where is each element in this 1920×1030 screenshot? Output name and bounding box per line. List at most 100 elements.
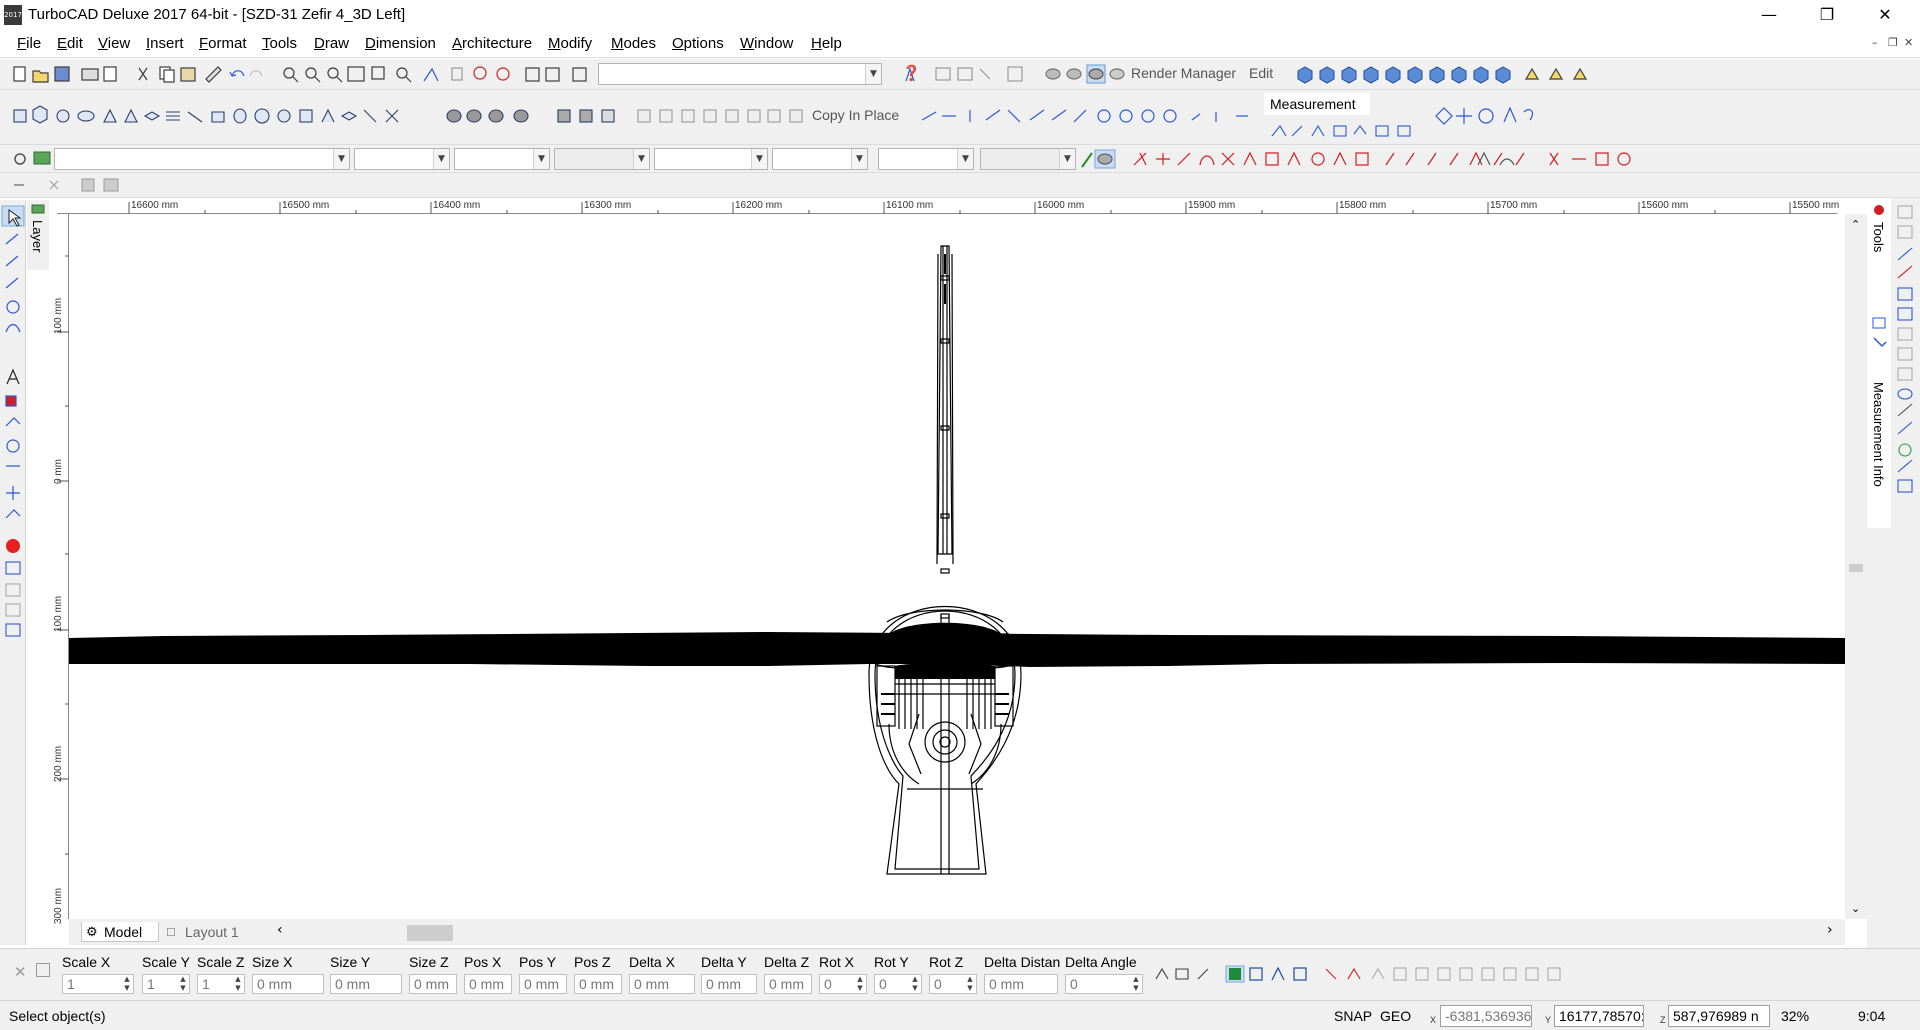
restore-icon[interactable]: ❐ [1804, 0, 1850, 30]
render-manager-label[interactable]: Render Manager [1131, 65, 1236, 81]
menu-window[interactable]: Window [740, 35, 793, 52]
layer-combo[interactable]: ▼ [54, 148, 350, 170]
scale-y-input[interactable]: 1 ▲ ▼ [142, 974, 190, 994]
rot-z-input[interactable]: 0 ▲ ▼ [929, 974, 977, 994]
app-icon: 2017 [4, 5, 22, 25]
pen-width-combo[interactable]: ▼ [554, 148, 650, 170]
scale-z-input[interactable]: 1 ▲ ▼ [197, 974, 245, 994]
layer-panel-tab[interactable]: Layer [27, 200, 49, 270]
drawing-canvas[interactable] [69, 214, 1845, 919]
menu-insert[interactable]: Insert [146, 35, 184, 52]
named-views-combo[interactable]: ▼ [598, 63, 882, 85]
y-coordinate-field[interactable]: 16177,78570: [1554, 1005, 1644, 1027]
field-label: Size Y [330, 954, 371, 970]
field-label: Rot Y [874, 954, 909, 970]
draw-toolbar-icons[interactable] [0, 90, 1920, 145]
field-label: Scale Y [142, 954, 190, 970]
render-edit-label[interactable]: Edit [1249, 65, 1273, 81]
menu-draw[interactable]: Draw [314, 35, 349, 52]
scroll-up-icon[interactable]: ⌃ [1851, 218, 1860, 231]
delta-x-input[interactable]: 0 mm [629, 974, 695, 994]
standard-toolbar-icons[interactable] [0, 59, 1920, 90]
brush-combo[interactable]: ▼ [654, 148, 768, 170]
menu-tools[interactable]: Tools [262, 35, 297, 52]
close-icon[interactable]: ✕ [1862, 0, 1908, 30]
help-context-icon[interactable]: ❓ [902, 64, 921, 82]
menu-dimension[interactable]: Dimension [365, 35, 436, 52]
horizontal-scroll-thumb[interactable] [407, 925, 453, 941]
status-bar: Select object(s) SNAP GEO X -6381,536936… [0, 1000, 1920, 1030]
scale-x-input[interactable]: 1 ▲ ▼ [62, 974, 134, 994]
size-y-input[interactable]: 0 mm [330, 974, 402, 994]
right-palette-icons[interactable] [1893, 204, 1919, 564]
rot-x-input[interactable]: 0 ▲ ▼ [819, 974, 867, 994]
close-inspector-icon[interactable]: ✕ [14, 963, 27, 981]
tab-model-label: Model [104, 924, 143, 940]
doc-restore-icon[interactable]: ❐ [1888, 36, 1898, 49]
field-label: Pos Y [519, 954, 557, 970]
field-label: Rot X [819, 954, 855, 970]
field-label: Pos X [464, 954, 502, 970]
vertical-scrollbar[interactable]: ⌃ ⌄ [1845, 214, 1867, 919]
pos-z-input[interactable]: 0 mm [574, 974, 622, 994]
menu-view[interactable]: View [98, 35, 130, 52]
tab-model[interactable]: ⚙ Model [81, 922, 159, 942]
copy-in-place-label[interactable]: Copy In Place [812, 107, 899, 123]
snap-indicator[interactable]: SNAP [1334, 1008, 1372, 1024]
field-label: Delta Z [764, 954, 810, 970]
delta-z-input[interactable]: 0 mm [764, 974, 812, 994]
z-coord-label: Z [1660, 1015, 1666, 1025]
ruler-ticks [128, 202, 1791, 214]
pos-y-input[interactable]: 0 mm [519, 974, 567, 994]
measurement-info-tab[interactable]: Measurement Info [1871, 382, 1886, 487]
left-toolbar-icons[interactable] [0, 200, 26, 945]
menu-format[interactable]: Format [199, 35, 247, 52]
minimize-icon[interactable]: — [1746, 0, 1792, 30]
right-palette: Tools Measurement Info [1867, 198, 1920, 948]
menu-modify[interactable]: Modify [548, 35, 592, 52]
measurement-info-icons [1872, 317, 1887, 348]
tools-tab[interactable]: Tools [1871, 222, 1886, 252]
transparency-combo[interactable]: ▼ [980, 148, 1076, 170]
status-prompt: Select object(s) [9, 1008, 106, 1024]
field-label: Scale Z [197, 954, 245, 970]
window-title: TurboCAD Deluxe 2017 64-bit - [SZD-31 Ze… [28, 6, 406, 23]
menu-help[interactable]: Help [811, 35, 842, 52]
vertical-scroll-thumb[interactable] [1849, 564, 1863, 572]
field-label: Size X [252, 954, 293, 970]
delta-y-input[interactable]: 0 mm [701, 974, 757, 994]
pattern-combo[interactable]: ▼ [772, 148, 868, 170]
pen-style-combo[interactable]: ▼ [454, 148, 550, 170]
tab-layout-1[interactable]: □ Layout 1 [163, 922, 267, 942]
size-z-input[interactable]: 0 mm [409, 974, 457, 994]
color-combo[interactable]: ▼ [354, 148, 450, 170]
pos-x-input[interactable]: 0 mm [464, 974, 512, 994]
menu-edit[interactable]: Edit [57, 35, 83, 52]
layout-tab-icon: □ [167, 924, 175, 939]
delta-distance-input[interactable]: 0 mm [984, 974, 1058, 994]
field-label: Delta X [629, 954, 675, 970]
delta-angle-input[interactable]: 0 ▲ ▼ [1065, 974, 1143, 994]
snap-toolbar-icons[interactable] [0, 173, 140, 198]
field-label: Rot Z [929, 954, 964, 970]
menu-architecture[interactable]: Architecture [452, 35, 532, 52]
doc-close-icon[interactable]: ✕ [1904, 36, 1913, 49]
menu-modes[interactable]: Modes [611, 35, 656, 52]
title-bar: 2017 TurboCAD Deluxe 2017 64-bit - [SZD-… [0, 0, 1920, 30]
x-coordinate-field[interactable]: -6381,536936 [1440, 1005, 1532, 1027]
menu-options[interactable]: Options [672, 35, 724, 52]
size-x-input[interactable]: 0 mm [252, 974, 324, 994]
clock: 9:04 [1858, 1008, 1886, 1024]
scroll-left-icon[interactable]: ‹ [277, 922, 283, 938]
scroll-right-icon[interactable]: › [1827, 922, 1833, 938]
inspector-bar: ✕ Scale X Scale Y Scale Z Size X Size Y … [0, 948, 1920, 1000]
linetype-combo[interactable]: ▼ [878, 148, 974, 170]
z-coordinate-field[interactable]: 587,976989 n [1668, 1005, 1770, 1027]
rot-y-input[interactable]: 0 ▲ ▼ [874, 974, 922, 994]
inspector-table-icon[interactable] [36, 963, 50, 977]
doc-minimize-icon[interactable]: – [1872, 36, 1878, 49]
geo-indicator[interactable]: GEO [1380, 1008, 1411, 1024]
inspector-tool-icons[interactable] [1150, 963, 1630, 985]
scroll-down-icon[interactable]: ⌄ [1851, 902, 1860, 915]
menu-file[interactable]: File [17, 35, 41, 52]
